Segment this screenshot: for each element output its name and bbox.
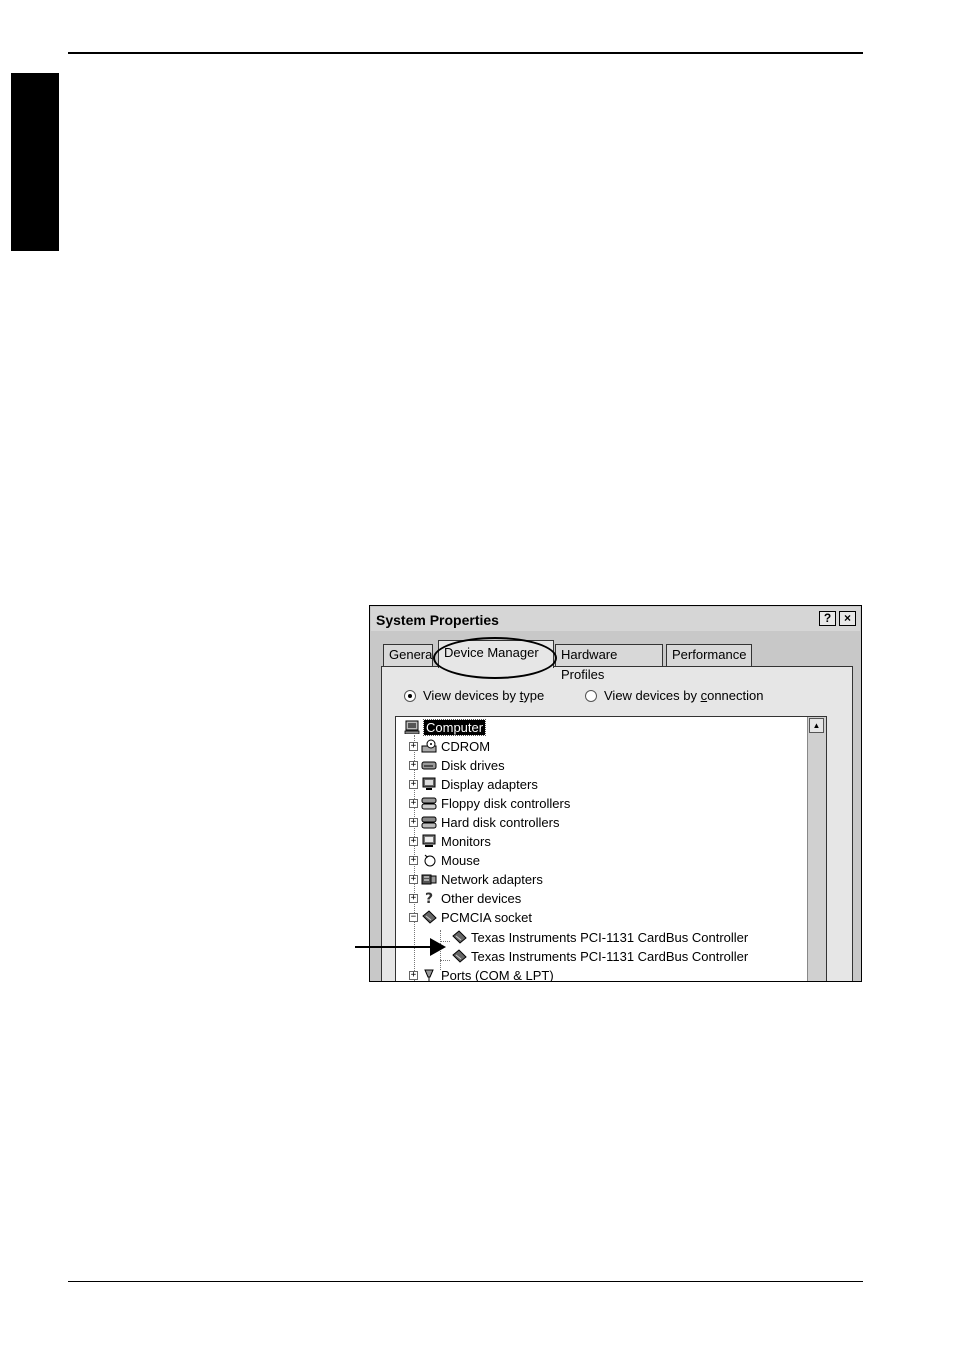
expand-icon[interactable]: +	[409, 817, 418, 827]
window-title: System Properties	[376, 612, 499, 628]
close-button[interactable]: ×	[839, 611, 856, 626]
cdrom-icon	[421, 739, 437, 753]
tree-item-label: Monitors	[441, 833, 491, 849]
tree-item-label: Hard disk controllers	[441, 814, 560, 830]
expand-icon[interactable]: +	[409, 798, 418, 808]
tree-item-hard-disk-controllers[interactable]: + Hard disk controllers	[409, 813, 560, 831]
expand-icon[interactable]: +	[409, 855, 418, 865]
tree-item-pcmcia-socket[interactable]: − PCMCIA socket	[409, 908, 532, 926]
expand-icon[interactable]: +	[409, 779, 418, 789]
tree-item-display-adapters[interactable]: + Display adapters	[409, 775, 538, 793]
expand-icon[interactable]: +	[409, 836, 418, 846]
tree-item-label: Ports (COM & LPT)	[441, 967, 554, 982]
tree-item-label: CDROM	[441, 738, 491, 754]
tree-item-network-adapters[interactable]: + Network adapters	[409, 870, 543, 888]
pcmcia-icon	[422, 910, 437, 924]
pcmcia-card-icon	[452, 949, 467, 963]
network-adapter-icon	[421, 874, 437, 885]
tree-item-label: Texas Instruments PCI-1131 CardBus Contr…	[471, 929, 749, 945]
question-icon: ?	[425, 891, 433, 905]
tree-item-cardbus-controller-1[interactable]: Texas Instruments PCI-1131 CardBus Contr…	[451, 928, 748, 946]
view-by-type-label: View devices by type	[423, 688, 545, 703]
display-adapter-icon	[422, 777, 436, 790]
tree-item-label: Other devices	[441, 890, 522, 906]
collapse-icon[interactable]: −	[409, 912, 418, 922]
tree-item-label: Texas Instruments PCI-1131 CardBus Contr…	[471, 948, 749, 964]
expand-icon[interactable]: +	[409, 741, 418, 751]
tree-item-ports[interactable]: + Ports (COM & LPT)	[409, 966, 554, 982]
mouse-icon	[424, 854, 436, 867]
computer-icon	[404, 720, 420, 734]
device-tree[interactable]: Computer + CDROM + Disk drives + Display…	[395, 716, 827, 982]
tree-item-cdrom[interactable]: + CDROM	[409, 737, 490, 755]
floppy-controller-icon	[421, 797, 437, 810]
disk-drive-icon	[421, 761, 437, 770]
bottom-rule	[68, 1281, 863, 1282]
expand-icon[interactable]: +	[409, 893, 418, 903]
expand-icon[interactable]: +	[409, 970, 418, 980]
tree-item-cardbus-controller-2[interactable]: Texas Instruments PCI-1131 CardBus Contr…	[451, 947, 748, 965]
tree-item-floppy-controllers[interactable]: + Floppy disk controllers	[409, 794, 570, 812]
system-properties-window: System Properties ? × Genera Device Mana…	[369, 605, 862, 982]
svg-text:?: ?	[425, 891, 433, 905]
pointer-arrow-line	[355, 946, 431, 948]
port-icon	[424, 969, 434, 981]
radio-button[interactable]	[585, 689, 597, 702]
title-bar: System Properties ? ×	[371, 607, 860, 631]
highlight-ellipse	[433, 637, 557, 679]
tree-item-monitors[interactable]: + Monitors	[409, 832, 491, 850]
tree-item-disk-drives[interactable]: + Disk drives	[409, 756, 505, 774]
view-by-type-option[interactable]: View devices by type	[404, 688, 544, 703]
tree-connector	[440, 960, 450, 961]
tree-item-label: Floppy disk controllers	[441, 795, 571, 811]
help-button[interactable]: ?	[819, 611, 836, 626]
vertical-scrollbar[interactable]: ▲	[807, 717, 826, 981]
tab-general[interactable]: Genera	[383, 644, 433, 666]
hard-disk-controller-icon	[421, 816, 437, 829]
pcmcia-card-icon	[452, 930, 467, 944]
tree-item-label: Disk drives	[441, 757, 505, 773]
tree-item-label: Display adapters	[441, 776, 538, 792]
tree-item-label: Network adapters	[441, 871, 543, 887]
tree-root-label: Computer	[422, 718, 487, 736]
tab-performance[interactable]: Performance	[666, 644, 752, 666]
tab-hardware-profiles[interactable]: Hardware Profiles	[555, 644, 663, 682]
scroll-up-arrow-icon[interactable]: ▲	[809, 718, 824, 733]
expand-icon[interactable]: +	[409, 874, 418, 884]
pointer-arrow-icon	[430, 938, 446, 956]
tree-item-label: PCMCIA socket	[441, 909, 533, 925]
expand-icon[interactable]: +	[409, 760, 418, 770]
tree-root-computer[interactable]: Computer	[404, 718, 487, 736]
radio-button[interactable]	[404, 689, 416, 702]
top-rule	[68, 52, 863, 54]
tree-item-mouse[interactable]: + Mouse	[409, 851, 480, 869]
monitor-icon	[422, 834, 436, 847]
tree-item-label: Mouse	[441, 852, 481, 868]
view-by-connection-option[interactable]: View devices by connection	[585, 688, 763, 703]
tree-item-other-devices[interactable]: + ? Other devices	[409, 889, 521, 907]
side-tab-marker	[11, 73, 59, 251]
view-by-connection-label: View devices by connection	[604, 688, 764, 703]
